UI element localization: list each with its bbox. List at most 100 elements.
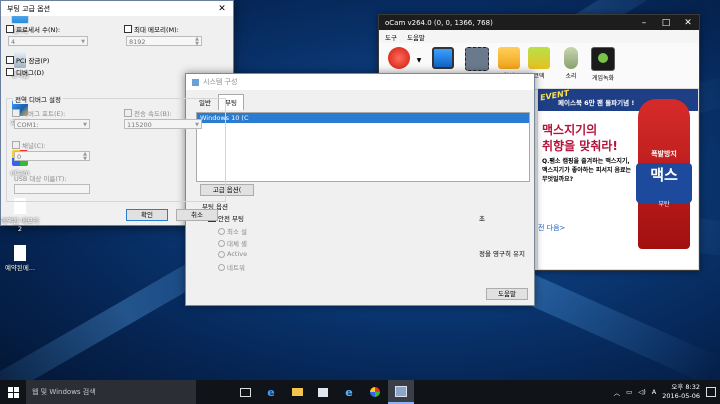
- channel-checkbox[interactable]: 채널(C):: [12, 140, 46, 150]
- debug-port-label: 디버그 포트(E):: [22, 110, 66, 118]
- radio-label: 네트워: [227, 264, 245, 272]
- ime-icon[interactable]: A: [652, 388, 656, 396]
- processor-count-select[interactable]: 4 ▼: [8, 36, 88, 46]
- taskbar: 웹 및 Windows 검색 e e ︿ ▭ ◁) A 오후 8:32 2016…: [0, 380, 720, 404]
- resize-icon: [465, 47, 489, 71]
- safe-boot-active-radio[interactable]: Active: [218, 250, 247, 258]
- chevron-up-icon[interactable]: ︿: [614, 387, 621, 397]
- search-box[interactable]: 웹 및 Windows 검색: [26, 380, 196, 404]
- desktop-icon-memory-2[interactable]: 레액된 메모리 2: [0, 198, 40, 233]
- pci-lock-checkbox[interactable]: PCI 잠금(P): [6, 55, 49, 65]
- system-config-window: 시스템 구성 일반 부팅 Windows 10 (C 고급 옵션( 부팅 옵션 …: [185, 73, 535, 306]
- max-memory-checkbox[interactable]: 최대 메모리(M):: [124, 24, 179, 34]
- channel-label: 채널(C):: [22, 142, 46, 150]
- debug-checkbox[interactable]: 디버그(D): [6, 67, 44, 77]
- clock[interactable]: 오후 8:32 2016-05-06: [662, 383, 700, 401]
- close-button[interactable]: ✕: [211, 1, 233, 17]
- baud-rate-checkbox[interactable]: 전송 속도(B):: [124, 108, 172, 118]
- ad-headline-main1: 맥스지기의: [542, 123, 598, 137]
- radio-label: Active: [227, 250, 248, 258]
- desktop-icon-label: 레액된 메모리 2: [1, 217, 39, 233]
- debug-port-select[interactable]: COM1: ▼: [14, 119, 90, 129]
- channel-input[interactable]: 0 ▲ ▼: [14, 151, 90, 162]
- network-icon[interactable]: ▭: [626, 388, 632, 396]
- close-button[interactable]: ✕: [677, 15, 699, 31]
- boot-os-list[interactable]: Windows 10 (C: [196, 112, 530, 182]
- notification-icon[interactable]: [706, 387, 716, 397]
- game-record-button[interactable]: 게임녹화: [589, 47, 617, 82]
- volume-icon[interactable]: ◁): [638, 388, 646, 396]
- safe-boot-minimal-radio[interactable]: 최소 설: [218, 226, 247, 236]
- processor-count-checkbox[interactable]: 프로세서 수(N):: [6, 24, 60, 34]
- spinner-icon: ▲ ▼: [195, 36, 199, 47]
- file-icon: [14, 245, 26, 261]
- windows-logo-icon: [7, 386, 19, 398]
- ad-next-link[interactable]: 전 다음>: [538, 223, 565, 233]
- sysconfig-tabs: 일반 부팅: [186, 90, 534, 110]
- chevron-down-icon: ▼: [81, 39, 85, 45]
- help-button[interactable]: 도움말: [486, 288, 528, 300]
- minimize-button[interactable]: –: [633, 15, 655, 31]
- chevron-down-icon: ▼: [195, 122, 199, 128]
- clock-date: 2016-05-06: [662, 392, 700, 400]
- max-memory-label: 최대 메모리(M):: [134, 26, 179, 34]
- edge-icon: e: [267, 385, 275, 399]
- debug-port-checkbox[interactable]: 디버그 포트(E):: [12, 108, 65, 118]
- sysconfig-title: 시스템 구성: [203, 78, 238, 86]
- ocam-titlebar[interactable]: oCam v264.0 (0, 0, 1366, 768) – □ ✕: [379, 15, 699, 30]
- safe-boot-network-radio[interactable]: 네트워: [218, 262, 245, 272]
- pci-lock-label: PCI 잠금(P): [16, 57, 50, 65]
- ad-product: 맥스: [636, 163, 692, 203]
- cancel-button[interactable]: 취소: [176, 209, 218, 221]
- start-button[interactable]: [0, 380, 26, 404]
- resize-button[interactable]: [463, 47, 491, 73]
- list-item[interactable]: Windows 10 (C: [197, 113, 529, 123]
- boot-advanced-options-dialog: 부팅 고급 옵션 ✕ 프로세서 수(N): 4 ▼ 최대 메모리(M): 819…: [0, 0, 234, 226]
- menu-tools[interactable]: 도구: [385, 32, 397, 42]
- internet-explorer-button[interactable]: e: [336, 380, 362, 404]
- maximize-button[interactable]: □: [655, 15, 677, 31]
- ad-banner[interactable]: EVENT 페이스북 6만 팬 돌파기념 ! 맥스지기의 취향을 맞춰라! Q.…: [537, 88, 699, 270]
- clock-time: 오후 8:32: [671, 383, 700, 391]
- system-config-taskbar-button[interactable]: [388, 380, 414, 404]
- ad-product-can: 폭발방지 맥스 부탄: [636, 99, 692, 249]
- select-value: 115200: [127, 121, 152, 129]
- task-view-button[interactable]: [232, 380, 258, 404]
- bootdlg-titlebar[interactable]: 부팅 고급 옵션 ✕: [1, 1, 233, 16]
- ocam-title: oCam v264.0 (0, 0, 1366, 768): [385, 18, 493, 27]
- ok-button[interactable]: 확인: [126, 209, 168, 221]
- search-placeholder: 웹 및 Windows 검색: [32, 388, 96, 396]
- edge-button[interactable]: e: [258, 380, 284, 404]
- record-dropdown[interactable]: ▼: [413, 47, 425, 64]
- baud-rate-select[interactable]: 115200 ▼: [124, 119, 202, 129]
- screen-button[interactable]: [429, 47, 457, 71]
- usb-target-label: USB 대상 이름(T):: [14, 175, 67, 183]
- sound-button[interactable]: 소리: [557, 47, 585, 80]
- close-icon: ✕: [218, 4, 226, 14]
- radio-label: 최소 설: [227, 228, 248, 236]
- tool-label: 소리: [565, 73, 577, 80]
- store-button[interactable]: [310, 380, 336, 404]
- task-view-icon: [239, 387, 251, 397]
- baud-rate-label: 전송 속도(B):: [134, 110, 172, 118]
- desktop-icon-label: 예약된메...: [4, 264, 36, 272]
- spinner-icon: ▲ ▼: [83, 151, 87, 162]
- sysconfig-titlebar[interactable]: 시스템 구성: [186, 74, 534, 90]
- record-button[interactable]: [385, 47, 413, 71]
- folder-icon: [291, 388, 303, 396]
- menu-help[interactable]: 도움말: [407, 32, 425, 42]
- ad-product-small: 폭발방지: [651, 150, 677, 158]
- game-icon: [591, 47, 615, 71]
- folder-icon: [498, 47, 520, 69]
- ocam-taskbar-button[interactable]: [362, 380, 388, 404]
- ocam-icon: [370, 387, 380, 397]
- safe-boot-shell-radio[interactable]: 대체 셸: [218, 238, 247, 248]
- processor-count-label: 프로세서 수(N):: [16, 26, 61, 34]
- usb-target-input[interactable]: [14, 184, 90, 194]
- file-explorer-button[interactable]: [284, 380, 310, 404]
- desktop-icon-memory[interactable]: 예약된메...: [0, 245, 40, 272]
- system-config-icon: [395, 385, 407, 397]
- chevron-down-icon: ▼: [416, 57, 422, 64]
- max-memory-input[interactable]: 8192 ▲ ▼: [126, 36, 202, 47]
- ad-body: Q.팸소 캠핑을 즐겨하는 맥스지기, 맥스지기가 좋아하는 피서지 음료는 무…: [542, 158, 632, 183]
